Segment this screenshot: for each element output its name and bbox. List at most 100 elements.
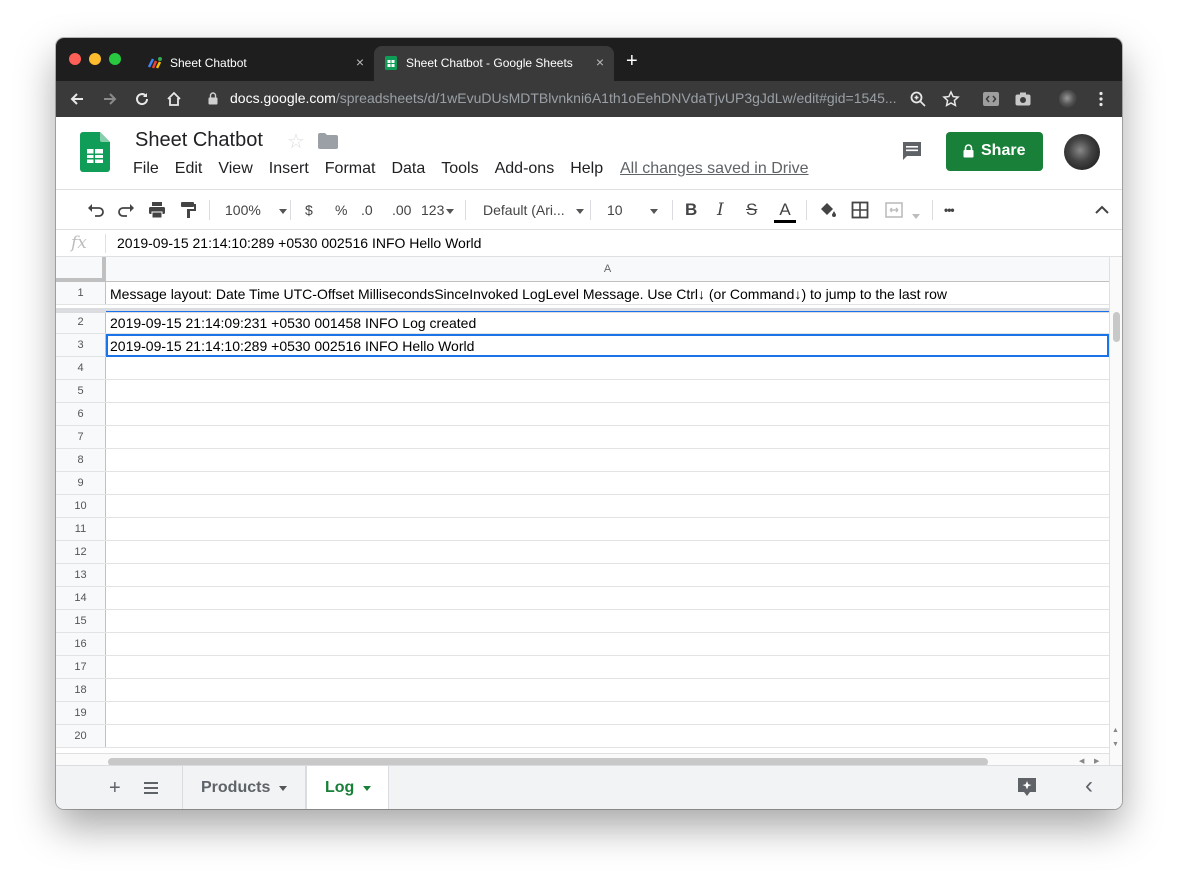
row-header[interactable]: 9	[56, 472, 106, 494]
row-header[interactable]: 11	[56, 518, 106, 540]
zoom-magnifier-icon[interactable]	[909, 90, 927, 108]
row-header[interactable]: 6	[56, 403, 106, 425]
menu-data[interactable]: Data	[391, 160, 425, 178]
text-color-button[interactable]: A	[774, 200, 796, 223]
reload-icon[interactable]	[133, 90, 151, 108]
folder-icon[interactable]	[318, 133, 338, 149]
row-header[interactable]: 3	[56, 334, 106, 356]
comment-history-icon[interactable]	[901, 140, 923, 162]
extension-code-icon[interactable]	[982, 90, 1000, 108]
browser-tab-sheet-chatbot[interactable]: Sheet Chatbot ×	[138, 46, 374, 81]
sheet-tab-products[interactable]: Products	[182, 766, 306, 809]
row-header[interactable]: 16	[56, 633, 106, 655]
explore-icon[interactable]	[1016, 776, 1038, 798]
row-header[interactable]: 1	[56, 282, 106, 304]
menu-insert[interactable]: Insert	[269, 160, 309, 178]
row-header[interactable]: 17	[56, 656, 106, 678]
add-sheet-button[interactable]: +	[109, 778, 121, 798]
menu-addons[interactable]: Add-ons	[495, 160, 555, 178]
row-header[interactable]: 5	[56, 380, 106, 402]
currency-format-button[interactable]: $	[305, 200, 313, 220]
chevron-down-icon[interactable]	[279, 786, 287, 791]
borders-icon[interactable]	[850, 200, 870, 220]
row-header[interactable]: 12	[56, 541, 106, 563]
close-window-button[interactable]	[69, 53, 81, 65]
menu-view[interactable]: View	[218, 160, 252, 178]
row-header[interactable]: 4	[56, 357, 106, 379]
scroll-up-icon[interactable]: ▲	[1112, 727, 1119, 734]
paint-format-icon[interactable]	[178, 200, 198, 220]
minimize-window-button[interactable]	[89, 53, 101, 65]
scroll-right-icon[interactable]: ▶	[1094, 757, 1099, 765]
scroll-down-icon[interactable]: ▼	[1112, 741, 1119, 748]
more-formats-select[interactable]: 123	[421, 200, 455, 220]
all-sheets-list-icon[interactable]	[142, 779, 160, 797]
url-bar[interactable]: docs.google.com/spreadsheets/d/1wEvuDUsM…	[230, 90, 897, 106]
font-size-select[interactable]: 10	[607, 200, 658, 220]
forward-icon[interactable]	[101, 90, 119, 108]
home-icon[interactable]	[165, 90, 183, 108]
column-header-a[interactable]: A	[106, 257, 1109, 282]
decrease-decimal-button[interactable]: .0	[361, 200, 373, 220]
row-header[interactable]: 18	[56, 679, 106, 701]
formula-input[interactable]: 2019-09-15 21:14:10:289 +0530 002516 INF…	[117, 235, 481, 251]
select-all-corner[interactable]	[56, 257, 106, 282]
sheets-logo-icon[interactable]	[80, 132, 110, 172]
merge-cells-button[interactable]	[884, 200, 920, 220]
cell-a1[interactable]: Message layout: Date Time UTC-Offset Mil…	[110, 286, 947, 302]
undo-icon[interactable]	[86, 200, 106, 220]
sheet-tab-log[interactable]: Log	[306, 766, 389, 809]
redo-icon[interactable]	[116, 200, 136, 220]
chevron-down-icon[interactable]	[363, 786, 371, 791]
menu-format[interactable]: Format	[325, 160, 376, 178]
star-icon[interactable]: ☆	[287, 129, 305, 154]
percent-format-button[interactable]: %	[335, 200, 347, 220]
font-select[interactable]: Default (Ari...	[483, 200, 584, 220]
strikethrough-button[interactable]: S	[746, 200, 757, 220]
selected-cell-a3[interactable]	[106, 334, 1109, 357]
increase-decimal-button[interactable]: .00	[392, 200, 411, 220]
browser-menu-icon[interactable]	[1092, 90, 1110, 108]
table-row: 18	[56, 679, 1109, 702]
document-title[interactable]: Sheet Chatbot	[135, 129, 263, 152]
row-header[interactable]: 20	[56, 725, 106, 747]
browser-tab-google-sheets[interactable]: Sheet Chatbot - Google Sheets ×	[374, 46, 614, 81]
vertical-scrollbar[interactable]: ▲ ▼	[1109, 257, 1122, 769]
zoom-window-button[interactable]	[109, 53, 121, 65]
zoom-select[interactable]: 100%	[225, 200, 287, 220]
account-avatar[interactable]	[1064, 134, 1100, 170]
menu-file[interactable]: File	[133, 160, 159, 178]
scroll-left-icon[interactable]: ◀	[1079, 757, 1084, 765]
tab-close-icon[interactable]: ×	[596, 54, 604, 70]
row-header[interactable]: 14	[56, 587, 106, 609]
collapse-side-panel-icon[interactable]: ‹	[1085, 774, 1093, 798]
lock-icon[interactable]	[208, 92, 218, 105]
row-header[interactable]: 19	[56, 702, 106, 724]
save-status-link[interactable]: All changes saved in Drive	[620, 160, 809, 178]
row-header[interactable]: 15	[56, 610, 106, 632]
row-header[interactable]: 2	[56, 311, 106, 333]
menu-edit[interactable]: Edit	[175, 160, 203, 178]
row-header[interactable]: 10	[56, 495, 106, 517]
more-options-button[interactable]: •••	[944, 200, 955, 220]
share-button[interactable]: Share	[946, 132, 1043, 171]
fill-color-icon[interactable]	[817, 200, 837, 220]
spreadsheet-grid[interactable]: A 1 Message layout: Date Time UTC-Offset …	[56, 257, 1122, 769]
row-header[interactable]: 7	[56, 426, 106, 448]
cell-a2[interactable]: 2019-09-15 21:14:09:231 +0530 001458 INF…	[110, 315, 476, 331]
vertical-scroll-thumb[interactable]	[1113, 312, 1120, 342]
row-header[interactable]: 13	[56, 564, 106, 586]
tab-close-icon[interactable]: ×	[356, 54, 364, 70]
print-icon[interactable]	[147, 200, 167, 220]
bold-button[interactable]: B	[685, 200, 697, 220]
menu-help[interactable]: Help	[570, 160, 603, 178]
extension-camera-icon[interactable]	[1014, 90, 1032, 108]
collapse-chevron-up-icon[interactable]	[1092, 200, 1112, 220]
row-header[interactable]: 8	[56, 449, 106, 471]
bookmark-star-icon[interactable]	[942, 90, 960, 108]
menu-tools[interactable]: Tools	[441, 160, 478, 178]
profile-avatar-icon[interactable]	[1059, 90, 1077, 108]
new-tab-button[interactable]: +	[626, 51, 638, 71]
back-icon[interactable]	[68, 90, 86, 108]
italic-button[interactable]: I	[717, 200, 724, 220]
